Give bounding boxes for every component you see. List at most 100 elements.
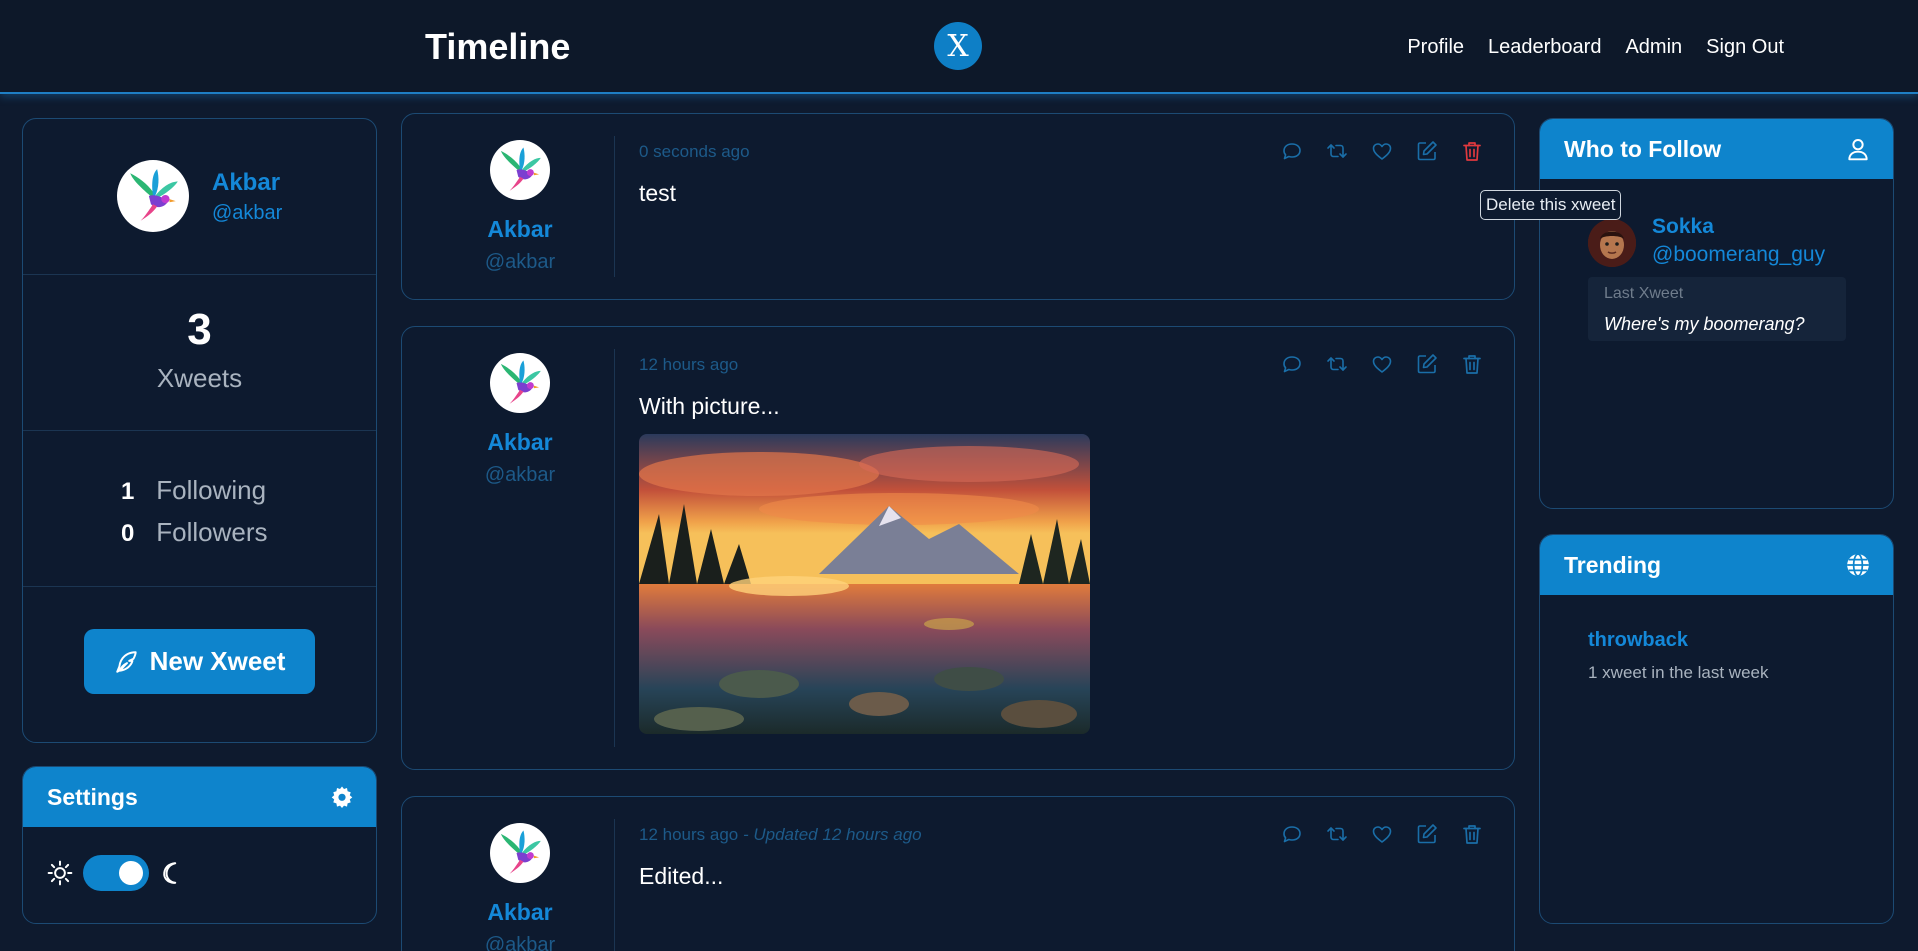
xweet-card: Akbar @akbar 12 hours ago - Updated 12 h… xyxy=(401,796,1515,951)
avatar[interactable] xyxy=(490,140,550,200)
xweet-timestamp: 12 hours ago xyxy=(639,355,739,374)
landscape-photo xyxy=(639,434,1090,734)
profile-new-section: New Xweet xyxy=(23,587,376,743)
edit-icon[interactable] xyxy=(1414,821,1439,846)
sun-icon xyxy=(47,860,73,886)
who-to-follow-title: Who to Follow xyxy=(1564,135,1722,162)
settings-header: Settings xyxy=(23,767,376,827)
xweet-count-label: Xweets xyxy=(156,363,243,393)
xweet-time: 12 hours ago xyxy=(639,825,739,844)
trash-icon[interactable] xyxy=(1459,351,1484,376)
theme-toggle[interactable] xyxy=(83,855,149,891)
avatar[interactable] xyxy=(117,160,189,232)
top-nav: Profile Leaderboard Admin Sign Out xyxy=(1407,36,1784,59)
who-to-follow-panel: Who to Follow Sokka @boomerang_guy Last … xyxy=(1539,118,1894,509)
xweet-count: 3 xyxy=(187,305,212,354)
xweet-author-handle[interactable]: @akbar xyxy=(402,464,638,487)
xweet-card: Akbar @akbar 12 hours ago With picture..… xyxy=(401,326,1515,770)
rexweet-icon[interactable] xyxy=(1324,138,1349,163)
xweet-timestamp: 0 seconds ago xyxy=(639,142,750,161)
heart-icon[interactable] xyxy=(1369,138,1394,163)
nav-admin-link[interactable]: Admin xyxy=(1625,36,1682,59)
xweet-timestamp: 12 hours ago - Updated 12 hours ago xyxy=(639,825,922,845)
sokka-avatar-icon xyxy=(1588,219,1636,267)
profile-xweets-section: 3 Xweets xyxy=(23,275,376,431)
profile-card: Akbar @akbar 3 Xweets 1 Following 0 Foll… xyxy=(22,118,377,743)
following-count: 1 xyxy=(121,478,135,505)
page-title: Timeline xyxy=(425,26,571,67)
reply-icon[interactable] xyxy=(1279,821,1304,846)
theme-toggle-row xyxy=(47,855,185,891)
trending-hashtag-count: 1 xweet in the last week xyxy=(1588,663,1769,682)
new-xweet-button[interactable]: New Xweet xyxy=(84,629,315,694)
divider xyxy=(614,349,615,747)
nav-profile-link[interactable]: Profile xyxy=(1407,36,1464,59)
xweet-text: Edited... xyxy=(639,863,724,889)
gear-icon[interactable] xyxy=(330,785,354,809)
xweet-image[interactable] xyxy=(639,434,1090,734)
moon-icon xyxy=(163,862,177,884)
feather-icon xyxy=(115,650,137,673)
avatar[interactable] xyxy=(490,823,550,883)
xweet-actions xyxy=(1279,138,1484,163)
reply-icon[interactable] xyxy=(1279,351,1304,376)
settings-title: Settings xyxy=(47,783,138,810)
profile-handle[interactable]: @akbar xyxy=(212,202,282,225)
trash-icon[interactable] xyxy=(1459,821,1484,846)
followers-label: Followers xyxy=(156,517,268,547)
edit-icon[interactable] xyxy=(1414,351,1439,376)
globe-icon xyxy=(1847,553,1869,577)
x-logo-icon[interactable]: X xyxy=(934,22,982,70)
trending-hashtag[interactable]: throwback xyxy=(1588,629,1688,652)
profile-follow-section: 1 Following 0 Followers xyxy=(23,431,376,587)
followers-count: 0 xyxy=(121,520,135,547)
trending-panel: Trending throwback 1 xweet in the last w… xyxy=(1539,534,1894,924)
delete-tooltip: Delete this xweet xyxy=(1480,190,1622,220)
user-icon xyxy=(1848,139,1868,161)
xweet-author-handle[interactable]: @akbar xyxy=(402,934,638,951)
xweet-author-name[interactable]: Akbar xyxy=(402,216,638,243)
bird-avatar-icon xyxy=(500,147,541,191)
suggested-user-name[interactable]: Sokka xyxy=(1652,215,1714,239)
top-bar: Timeline X Profile Leaderboard Admin Sig… xyxy=(0,0,1918,94)
xweet-author-name[interactable]: Akbar xyxy=(402,429,638,456)
nav-sign-out-link[interactable]: Sign Out xyxy=(1706,36,1784,59)
heart-icon[interactable] xyxy=(1369,821,1394,846)
divider xyxy=(614,136,615,277)
xweet-author-handle[interactable]: @akbar xyxy=(402,251,638,274)
bird-avatar-icon xyxy=(500,360,541,404)
settings-panel: Settings xyxy=(22,766,377,924)
xweet-updated: - Updated 12 hours ago xyxy=(742,825,922,844)
avatar[interactable] xyxy=(1588,219,1636,267)
following-label: Following xyxy=(156,475,267,505)
following-stat[interactable]: 1 Following xyxy=(121,475,266,506)
xweet-card: Akbar @akbar 0 seconds ago test xyxy=(401,113,1515,300)
edit-icon[interactable] xyxy=(1414,138,1439,163)
last-xweet-label: Last Xweet xyxy=(1604,285,1684,302)
followers-stat[interactable]: 0 Followers xyxy=(121,517,267,548)
suggested-user-handle[interactable]: @boomerang_guy xyxy=(1652,243,1825,267)
toggle-knob xyxy=(119,861,143,885)
xweet-actions xyxy=(1279,351,1484,376)
trash-icon[interactable] xyxy=(1459,138,1484,163)
xweet-author-name[interactable]: Akbar xyxy=(402,899,638,926)
profile-name[interactable]: Akbar xyxy=(212,169,280,197)
trending-title: Trending xyxy=(1564,551,1662,578)
xweet-actions xyxy=(1279,821,1484,846)
profile-user-section: Akbar @akbar xyxy=(23,119,376,275)
rexweet-icon[interactable] xyxy=(1324,351,1349,376)
bird-avatar-icon xyxy=(500,830,541,874)
avatar[interactable] xyxy=(490,353,550,413)
xweet-text: With picture... xyxy=(639,393,780,419)
who-to-follow-header: Who to Follow xyxy=(1540,119,1893,179)
heart-icon[interactable] xyxy=(1369,351,1394,376)
nav-leaderboard-link[interactable]: Leaderboard xyxy=(1488,36,1601,59)
bird-avatar-icon xyxy=(130,169,178,221)
divider xyxy=(614,819,615,951)
rexweet-icon[interactable] xyxy=(1324,821,1349,846)
last-xweet-box: Last Xweet Where's my boomerang? xyxy=(1588,277,1846,341)
new-xweet-label: New Xweet xyxy=(149,646,286,676)
reply-icon[interactable] xyxy=(1279,138,1304,163)
last-xweet-text: Where's my boomerang? xyxy=(1604,314,1805,334)
trending-header: Trending xyxy=(1540,535,1893,595)
